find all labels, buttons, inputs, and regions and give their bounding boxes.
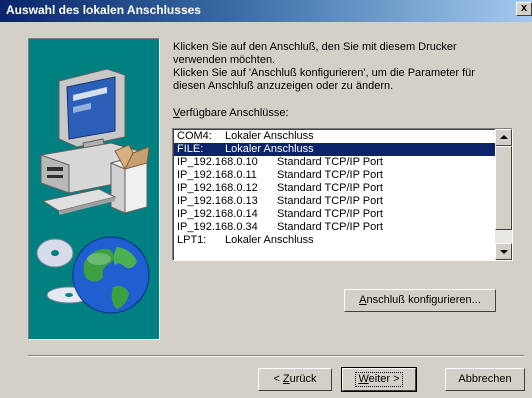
port-name: IP_192.168.0.11 <box>177 169 257 181</box>
port-name: IP_192.168.0.13 <box>177 195 258 207</box>
port-description: Standard TCP/IP Port <box>277 182 383 194</box>
back-button[interactable]: < Zurück <box>258 368 332 391</box>
list-item[interactable]: IP_192.168.0.14 Standard TCP/IP Port <box>174 208 495 221</box>
port-name: IP_192.168.0.12 <box>177 182 258 194</box>
wizard-illustration <box>28 38 160 340</box>
list-item[interactable]: IP_192.168.0.34 Standard TCP/IP Port <box>174 221 495 234</box>
button-label: eiter > <box>368 373 400 385</box>
arrow-down-icon <box>500 250 508 254</box>
scroll-up-button[interactable] <box>495 129 512 146</box>
list-item[interactable]: COM4: Lokaler Anschluss <box>174 130 495 143</box>
ports-listbox[interactable]: COM4: Lokaler Anschluss FILE: Lokaler Ansc… <box>172 128 513 261</box>
instruction-line: verwenden möchten. <box>173 54 276 66</box>
instruction-line: Klicken Sie auf den Anschluß, den Sie mi… <box>173 41 457 53</box>
port-description: Standard TCP/IP Port <box>277 221 383 233</box>
port-name: IP_192.168.0.10 <box>177 156 258 168</box>
instruction-text-2: Klicken Sie auf 'Anschluß konfigurieren'… <box>173 67 523 93</box>
port-name: LPT1: <box>177 234 207 246</box>
separator <box>28 355 524 357</box>
configure-port-button[interactable]: Anschluß konfigurieren... <box>344 289 496 312</box>
button-label-prefix: < <box>273 373 283 385</box>
label-accelerator: V <box>173 107 180 119</box>
wizard-dialog: Auswahl des lokalen Anschlusses x Klicke… <box>0 0 532 398</box>
button-label: urück <box>289 373 317 385</box>
cancel-button[interactable]: Abbrechen <box>445 368 525 391</box>
port-description: Lokaler Anschluss <box>225 130 314 142</box>
button-accelerator: A <box>359 294 367 306</box>
port-description: Standard TCP/IP Port <box>277 208 383 220</box>
port-description: Standard TCP/IP Port <box>277 156 383 168</box>
available-ports-label: Verfügbare Anschlüsse: <box>173 107 523 120</box>
next-button[interactable]: Weiter > <box>341 367 417 392</box>
button-accelerator: W <box>358 373 369 385</box>
list-item[interactable]: IP_192.168.0.11 Standard TCP/IP Port <box>174 169 495 182</box>
button-label: nschluß konfigurieren... <box>366 294 481 306</box>
close-icon: x <box>520 2 528 14</box>
port-description: Lokaler Anschluss <box>225 143 314 155</box>
instruction-line: diesen Anschluß anzuzeigen oder zu änder… <box>173 80 394 92</box>
port-name: FILE: <box>177 143 204 155</box>
button-accelerator: Z <box>282 373 290 385</box>
list-item[interactable]: IP_192.168.0.13 Standard TCP/IP Port <box>174 195 495 208</box>
close-button[interactable]: x <box>516 2 532 16</box>
label-rest: erfügbare Anschlüsse: <box>179 107 289 119</box>
vertical-scrollbar[interactable] <box>495 129 512 260</box>
computer-icon <box>40 68 150 215</box>
port-description: Standard TCP/IP Port <box>277 169 383 181</box>
instruction-line: Klicken Sie auf 'Anschluß konfigurieren'… <box>173 67 475 79</box>
port-description: Lokaler Anschluss <box>225 234 314 246</box>
port-name: COM4: <box>177 130 212 142</box>
globe-icon <box>72 236 150 314</box>
list-item-selected[interactable]: FILE: Lokaler Anschluss <box>174 143 495 156</box>
title-bar[interactable]: Auswahl des lokalen Anschlusses x <box>0 0 532 22</box>
button-label: Abbrechen <box>458 373 512 385</box>
instruction-text-1: Klicken Sie auf den Anschluß, den Sie mi… <box>173 41 523 67</box>
list-item[interactable]: LPT1: Lokaler Anschluss <box>174 234 495 247</box>
ports-list: COM4: Lokaler Anschluss FILE: Lokaler Ansc… <box>173 129 495 260</box>
focus-rect: Weiter > <box>355 372 403 387</box>
list-item[interactable]: IP_192.168.0.12 Standard TCP/IP Port <box>174 182 495 195</box>
port-name: IP_192.168.0.14 <box>177 208 258 220</box>
scroll-down-button[interactable] <box>495 243 512 260</box>
window-title: Auswahl des lokalen Anschlusses <box>6 3 201 17</box>
illustration-graphic <box>36 68 150 314</box>
scroll-thumb[interactable] <box>495 146 512 230</box>
port-description: Standard TCP/IP Port <box>277 195 383 207</box>
arrow-up-icon <box>500 135 508 139</box>
list-item[interactable]: IP_192.168.0.10 Standard TCP/IP Port <box>174 156 495 169</box>
port-name: IP_192.168.0.34 <box>177 221 258 233</box>
